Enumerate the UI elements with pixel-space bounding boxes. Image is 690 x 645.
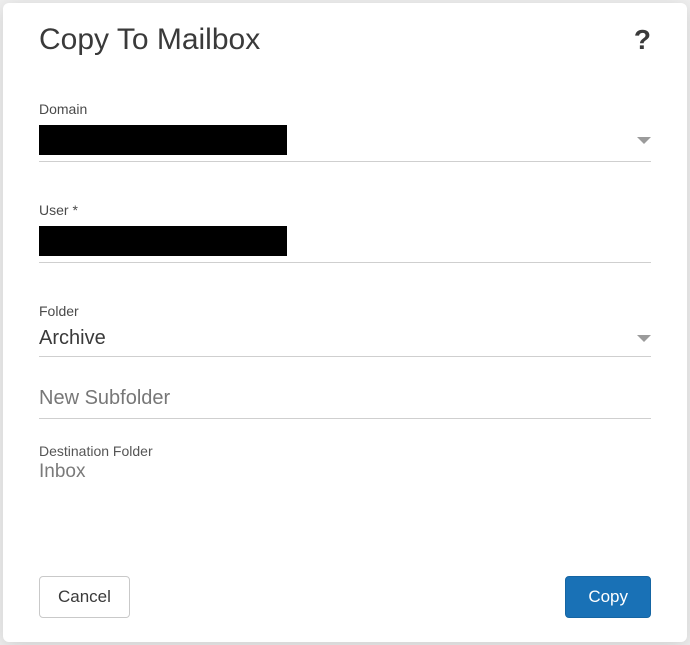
folder-select[interactable]: Archive	[39, 323, 651, 357]
user-field: User *	[39, 202, 651, 263]
destination-label: Destination Folder	[39, 443, 651, 459]
user-input[interactable]	[39, 222, 651, 263]
help-icon[interactable]: ?	[634, 24, 651, 56]
destination-value: Inbox	[39, 461, 651, 483]
new-subfolder-input[interactable]	[39, 387, 651, 410]
folder-value: Archive	[39, 327, 106, 350]
domain-select[interactable]	[39, 121, 651, 162]
dialog-footer: Cancel Copy	[39, 556, 651, 618]
copy-button[interactable]: Copy	[565, 576, 651, 618]
destination-field: Destination Folder Inbox	[39, 443, 651, 483]
user-value-redacted	[39, 226, 287, 256]
domain-label: Domain	[39, 101, 651, 117]
chevron-down-icon	[637, 335, 651, 342]
user-label: User *	[39, 202, 651, 218]
dialog-header: Copy To Mailbox ?	[39, 23, 651, 57]
dialog-title: Copy To Mailbox	[39, 23, 260, 57]
folder-label: Folder	[39, 303, 651, 319]
cancel-button[interactable]: Cancel	[39, 576, 130, 618]
domain-value-redacted	[39, 125, 287, 155]
copy-to-mailbox-dialog: Copy To Mailbox ? Domain User * Folder A…	[3, 3, 687, 642]
chevron-down-icon	[637, 137, 651, 144]
folder-field: Folder Archive	[39, 303, 651, 357]
domain-field: Domain	[39, 101, 651, 162]
new-subfolder-field	[39, 387, 651, 419]
